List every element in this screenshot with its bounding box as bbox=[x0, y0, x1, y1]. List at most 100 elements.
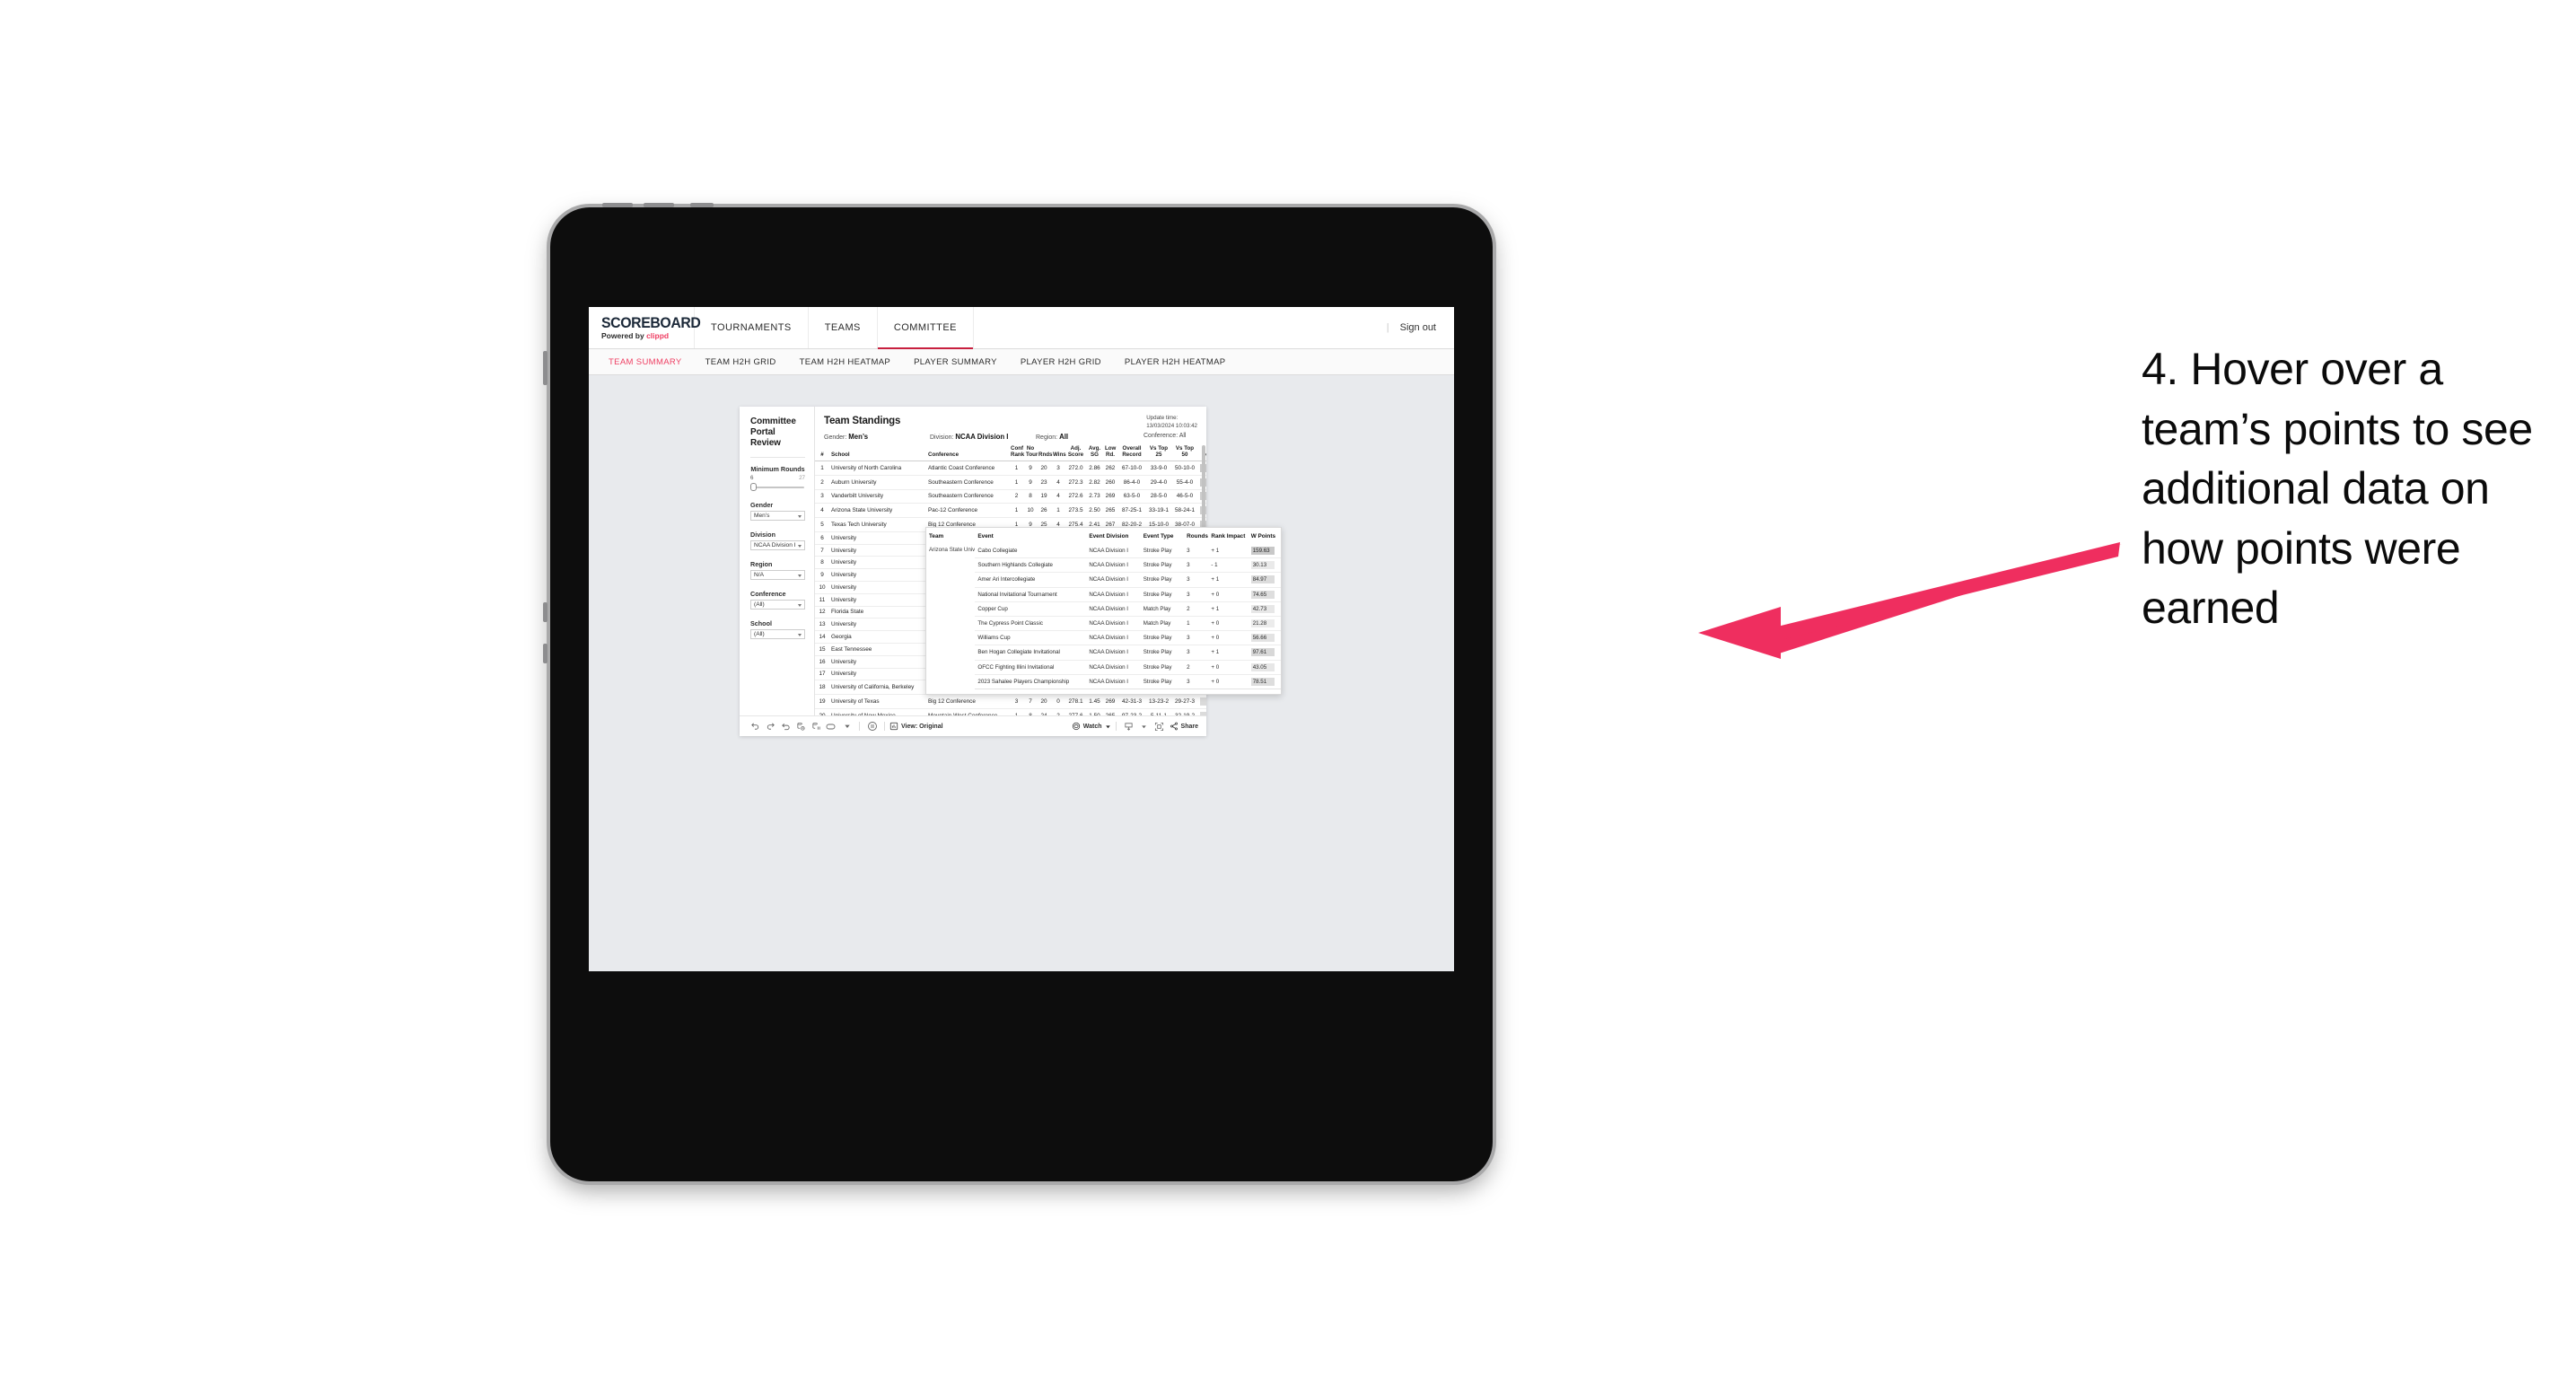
tooltip-cell-points: 30.13 bbox=[1248, 557, 1281, 574]
brand-title: SCOREBOARD bbox=[601, 313, 701, 331]
col-vs-top-25[interactable]: Vs Top 25 bbox=[1146, 445, 1171, 461]
col-avg-sg[interactable]: Avg. SG bbox=[1086, 445, 1103, 461]
watch-button[interactable]: Watch bbox=[1072, 722, 1111, 731]
minimum-rounds-slider[interactable] bbox=[750, 483, 805, 491]
brand-logo[interactable]: SCOREBOARD Powered by clippd bbox=[589, 307, 701, 348]
share-button[interactable]: Share bbox=[1170, 722, 1198, 731]
tooltip-cell-type: Stroke Play bbox=[1140, 645, 1185, 661]
col-low-rd[interactable]: Low Rd. bbox=[1103, 445, 1117, 461]
filter-conference-value: (All) bbox=[754, 601, 765, 608]
tooltip-cell-impact: + 0 bbox=[1208, 674, 1249, 689]
col-adj-score[interactable]: Adj. Score bbox=[1065, 445, 1086, 461]
cell-conf: Mountain West Conference bbox=[926, 708, 1009, 715]
table-row[interactable]: 1 University of North Carolina Atlantic Co… bbox=[815, 461, 1206, 476]
download-icon[interactable] bbox=[1121, 720, 1136, 732]
view-original-label: View: Original bbox=[901, 723, 943, 730]
tab-team-h2h-grid[interactable]: TEAM H2H GRID bbox=[705, 357, 776, 367]
filter-gender-select[interactable]: Men’s bbox=[750, 511, 805, 521]
tooltip-cell-rounds: 3 bbox=[1184, 645, 1209, 661]
tooltip-table: Team Event Event Division Event Type Rou… bbox=[926, 533, 1281, 689]
cell-points[interactable]: 48.70 bbox=[1198, 694, 1206, 709]
cell-overall: 42-31-3 bbox=[1117, 694, 1146, 709]
cell-overall: 97-23-2 bbox=[1117, 708, 1146, 715]
cell-adj: 272.6 bbox=[1065, 489, 1086, 504]
filter-conference-select[interactable]: (All) bbox=[750, 600, 805, 610]
tooltip-cell-division: NCAA Division I bbox=[1086, 630, 1141, 646]
nav-item-committee[interactable]: COMMITTEE bbox=[877, 307, 974, 349]
tooltip-cell-impact: + 1 bbox=[1208, 572, 1249, 588]
cell-school: Vanderbilt University bbox=[829, 489, 926, 504]
revert-icon[interactable] bbox=[778, 720, 793, 732]
tooltip-cell-type: Match Play bbox=[1140, 616, 1185, 632]
tooltip-cell-event: National Invitational Tournament bbox=[975, 587, 1087, 602]
pause-updates-icon[interactable] bbox=[809, 720, 824, 732]
slider-handle[interactable] bbox=[750, 483, 757, 491]
refresh-data-icon[interactable] bbox=[793, 720, 809, 732]
cell-t50: 32-19-2 bbox=[1171, 708, 1198, 715]
table-row[interactable]: 20University of New MexicoMountain West … bbox=[815, 708, 1206, 715]
nav-items: TOURNAMENTS TEAMS COMMITTEE bbox=[695, 307, 974, 349]
table-row[interactable]: 3 Vanderbilt University Southeastern Confe… bbox=[815, 489, 1206, 504]
tab-player-h2h-heatmap[interactable]: PLAYER H2H HEATMAP bbox=[1125, 357, 1226, 367]
table-row[interactable]: 19 University of Texas Big 12 Conference 3 7… bbox=[815, 694, 1206, 709]
table-row[interactable]: 4 Arizona State University Pac-12 Conferen… bbox=[815, 503, 1206, 519]
nav-item-tournaments[interactable]: TOURNAMENTS bbox=[695, 307, 809, 348]
slider-track-line bbox=[751, 486, 804, 489]
cell-school: Texas Tech University bbox=[829, 517, 926, 532]
download-caret-icon[interactable] bbox=[1136, 720, 1152, 732]
device-layout-icon[interactable] bbox=[824, 720, 839, 732]
tooltip-points-value: 56.66 bbox=[1250, 634, 1275, 643]
tooltip-cell-event: OFCC Fighting Illini Invitational bbox=[975, 660, 1087, 675]
col-wins[interactable]: Wins bbox=[1051, 445, 1066, 461]
undo-icon[interactable] bbox=[748, 720, 763, 732]
tab-player-summary[interactable]: PLAYER SUMMARY bbox=[914, 357, 997, 367]
tooltip-cell-rounds: 3 bbox=[1184, 674, 1209, 689]
cell-rank: 9 bbox=[815, 568, 829, 583]
fullscreen-icon[interactable] bbox=[1152, 720, 1167, 732]
cell-rank: 10 bbox=[815, 581, 829, 594]
tooltip-points-value: 159.63 bbox=[1250, 547, 1275, 556]
tab-player-h2h-grid[interactable]: PLAYER H2H GRID bbox=[1021, 357, 1101, 367]
cell-points[interactable]: 48.49 bbox=[1198, 708, 1206, 715]
cell-adj: 278.1 bbox=[1065, 694, 1086, 709]
portal-title-line2: Portal Review bbox=[750, 427, 781, 448]
tab-team-h2h-heatmap[interactable]: TEAM H2H HEATMAP bbox=[800, 357, 891, 367]
cell-rnds: 26 bbox=[1037, 503, 1051, 519]
pause-auto-update-icon[interactable] bbox=[864, 720, 880, 732]
col-overall[interactable]: Overall Record bbox=[1117, 445, 1146, 461]
filter-division-select[interactable]: NCAA Division I bbox=[750, 540, 805, 550]
filter-gender-value: Men’s bbox=[754, 513, 770, 519]
cell-sg: 2.73 bbox=[1086, 489, 1103, 504]
cell-wins: 2 bbox=[1051, 708, 1065, 715]
tooltip-cell-type: Stroke Play bbox=[1140, 587, 1185, 602]
col-rank[interactable]: # bbox=[815, 445, 829, 461]
tab-team-summary[interactable]: TEAM SUMMARY bbox=[609, 357, 682, 367]
col-conference[interactable]: Conference bbox=[926, 445, 1009, 461]
nav-item-teams[interactable]: TEAMS bbox=[809, 307, 878, 348]
col-no-tour[interactable]: No Tour bbox=[1024, 445, 1038, 461]
filter-school-select[interactable]: (All) bbox=[750, 629, 805, 639]
table-row[interactable]: 2 Auburn University Southeastern Conferenc… bbox=[815, 475, 1206, 490]
cell-school: University of North Carolina bbox=[829, 461, 926, 476]
col-conf-rank[interactable]: Conf Rank bbox=[1009, 445, 1024, 461]
filter-region-select[interactable]: N/A bbox=[750, 570, 805, 580]
cell-sg: 1.50 bbox=[1086, 708, 1103, 715]
sign-out-link[interactable]: Sign out bbox=[1400, 322, 1436, 333]
col-vs-top-50[interactable]: Vs Top 50 bbox=[1171, 445, 1198, 461]
chevron-down-icon bbox=[798, 544, 802, 548]
tooltip-cell-division: NCAA Division I bbox=[1086, 587, 1141, 602]
col-school[interactable]: School bbox=[829, 445, 926, 461]
cell-adj: 272.3 bbox=[1065, 475, 1086, 490]
device-layout-caret-icon[interactable] bbox=[839, 720, 854, 732]
points-breakdown-tooltip: Team Event Event Division Event Type Rou… bbox=[925, 527, 1282, 695]
tooltip-cell-rounds: 2 bbox=[1184, 660, 1209, 675]
cell-sg: 2.50 bbox=[1086, 503, 1103, 519]
cell-t25: 33-19-1 bbox=[1146, 503, 1171, 519]
tooltip-cell-event: Williams Cup bbox=[975, 630, 1087, 646]
crumb-region-label: Region: bbox=[1036, 434, 1060, 441]
redo-icon[interactable] bbox=[763, 720, 778, 732]
col-rnds[interactable]: Rnds bbox=[1037, 445, 1052, 461]
view-original-button[interactable]: View: Original bbox=[889, 722, 943, 731]
tooltip-cell-points: 97.61 bbox=[1248, 645, 1281, 661]
cell-low: 269 bbox=[1103, 694, 1117, 709]
